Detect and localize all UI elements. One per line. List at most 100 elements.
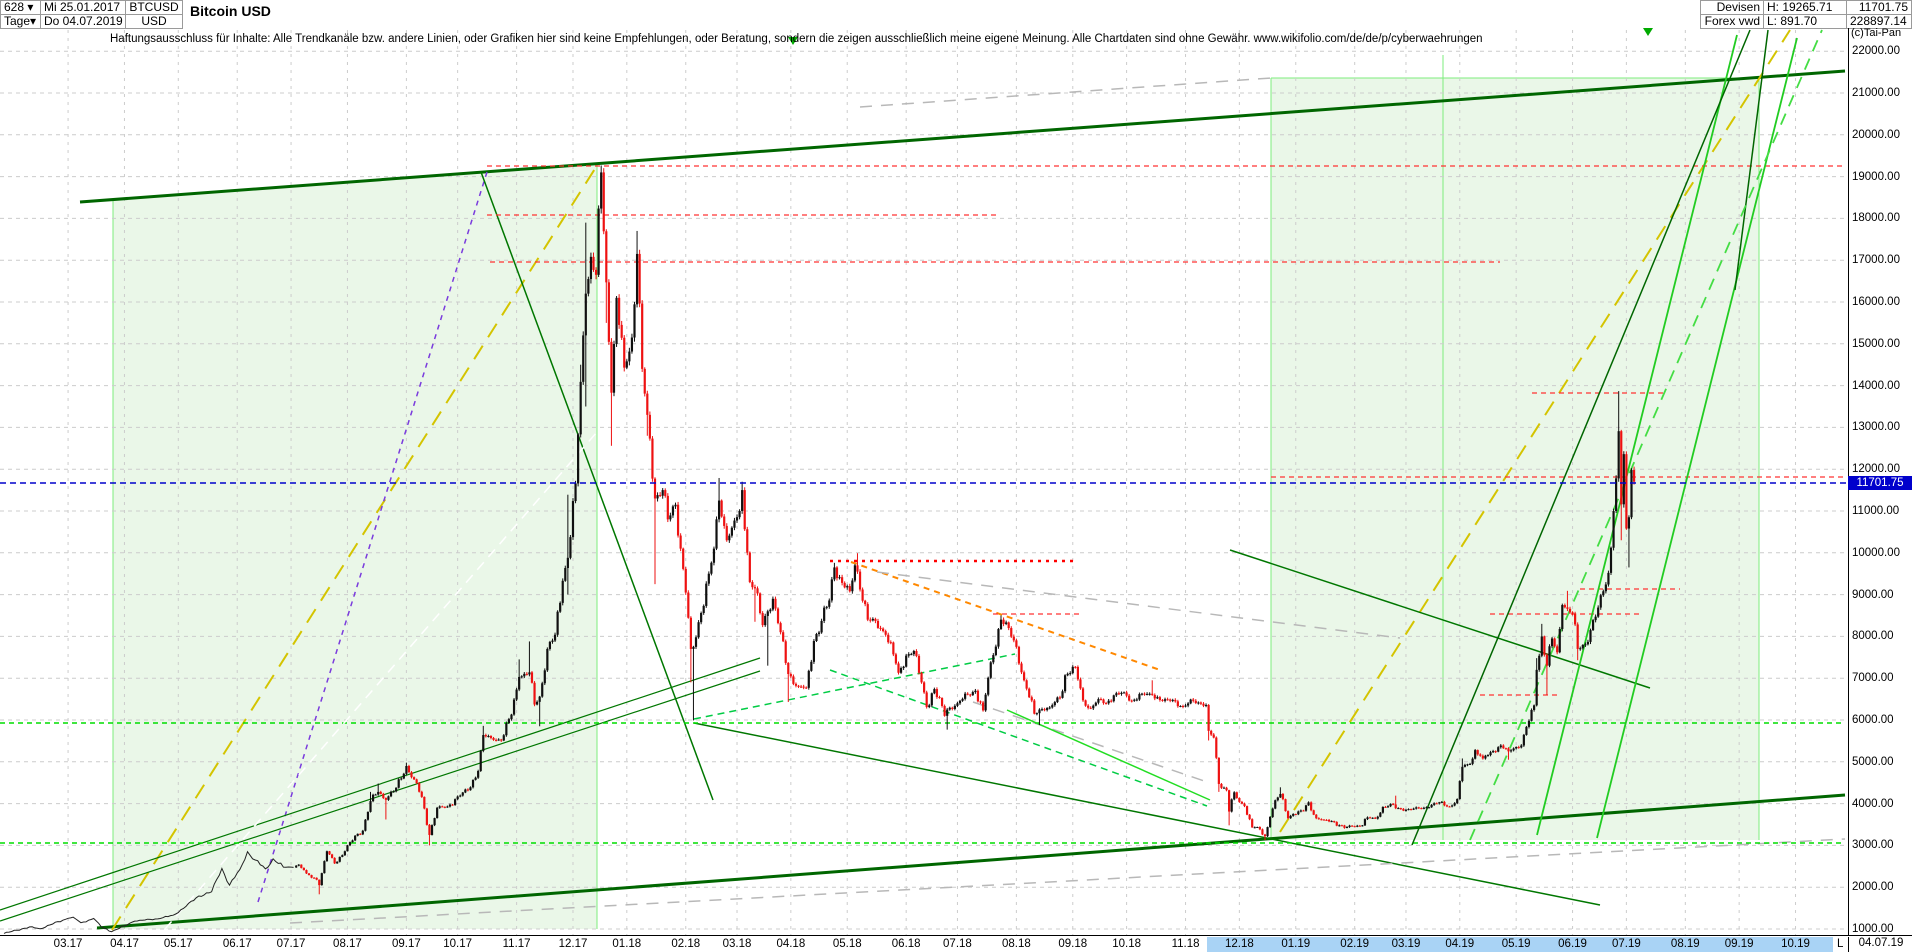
candle-body — [725, 525, 728, 541]
candle-body — [612, 343, 616, 393]
candle-body — [1058, 697, 1062, 699]
candle-body — [1566, 607, 1569, 609]
chart-canvas[interactable] — [0, 0, 1912, 952]
candle-body — [1502, 745, 1505, 749]
month-tick-label: 06.17 — [222, 938, 252, 950]
candle-body — [297, 864, 300, 866]
candle-body — [518, 676, 521, 690]
candle-body — [505, 723, 508, 736]
month-tick-label: 02.19 — [1340, 938, 1370, 950]
candle-body — [1438, 802, 1441, 804]
candle-body — [448, 804, 452, 807]
candle-body — [1466, 764, 1469, 766]
candle-body — [758, 593, 762, 614]
candle-body — [1338, 825, 1341, 827]
candle-body — [1289, 815, 1292, 819]
candle-body — [628, 351, 631, 362]
candle-body — [1625, 454, 1628, 529]
candle-body — [507, 719, 511, 724]
candle-body — [1245, 806, 1249, 815]
candle-body — [520, 676, 523, 678]
candle-body — [797, 685, 800, 687]
month-tick-label: 06.19 — [1558, 938, 1587, 950]
candle-body — [710, 562, 713, 574]
candle-body — [769, 609, 772, 612]
candle-body — [295, 865, 298, 868]
candle-body — [446, 806, 449, 808]
candle-body — [1617, 431, 1620, 479]
candle-body — [1389, 803, 1392, 807]
candle-body — [484, 735, 487, 737]
candle-body — [1133, 699, 1136, 701]
candle-body — [635, 253, 639, 305]
candle-body — [694, 637, 698, 647]
candle-body — [1143, 693, 1146, 695]
candle-body — [1558, 629, 1561, 653]
candle-body — [774, 598, 777, 609]
candle-body — [587, 279, 590, 294]
candle-body — [1356, 825, 1359, 827]
candle-body — [1235, 792, 1238, 798]
candle-body — [1102, 699, 1105, 704]
candle-body — [1579, 648, 1582, 650]
date-axis[interactable]: L 04.07.19 03.17 04.17 05.17 06.17 07.17 08.1… — [0, 935, 1912, 952]
candle-body — [1038, 709, 1041, 714]
candle-body — [315, 877, 318, 880]
month-tick-label: 08.18 — [1001, 938, 1031, 950]
candle-body — [815, 634, 818, 641]
candle-body — [1002, 619, 1005, 624]
candle-body — [856, 565, 859, 572]
candle-body — [1081, 688, 1085, 701]
candle-body — [794, 683, 798, 686]
candle-body — [1292, 814, 1295, 816]
candle-body — [1261, 829, 1264, 835]
candle-body — [453, 799, 457, 805]
month-tick-label: 01.19 — [1281, 938, 1311, 950]
candle-body — [1189, 699, 1192, 704]
candle-body — [1545, 654, 1549, 666]
candle-body — [887, 634, 890, 643]
candle-body — [1253, 827, 1256, 829]
candle-body — [471, 779, 475, 788]
candle-body — [623, 337, 626, 368]
candle-body — [615, 297, 618, 344]
candle-body — [1632, 470, 1636, 482]
candle-body — [1076, 666, 1079, 680]
candle-body — [430, 825, 434, 835]
candle-body — [1163, 699, 1167, 701]
candle-body — [469, 787, 472, 791]
price-tick-label: 9000.00 — [1852, 588, 1894, 601]
candle-body — [1512, 748, 1515, 751]
candle-body — [1486, 755, 1490, 757]
candle-body — [1622, 454, 1625, 505]
candle-body — [1063, 675, 1067, 692]
candle-body — [1543, 636, 1546, 655]
candle-body — [1184, 705, 1187, 707]
candle-body — [1353, 826, 1356, 828]
candle-body — [1548, 646, 1551, 666]
candle-body — [1517, 747, 1520, 749]
candle-body — [1317, 818, 1320, 820]
candle-body — [938, 697, 941, 699]
candle-body — [838, 577, 841, 579]
candle-body — [594, 269, 598, 275]
candle-body — [559, 602, 562, 612]
candle-body — [382, 793, 385, 798]
candle-body — [1433, 803, 1436, 805]
candle-body — [328, 851, 331, 855]
candle-body — [974, 690, 977, 693]
month-tick-label: 04.17 — [110, 938, 139, 950]
candle-body — [1507, 748, 1510, 752]
candle-body — [489, 736, 493, 738]
candle-body — [1207, 704, 1210, 731]
candle-body — [1256, 827, 1259, 829]
candle-body — [602, 172, 605, 232]
candle-body — [1463, 764, 1467, 767]
candle-body — [354, 835, 357, 841]
candle-body — [730, 527, 733, 536]
month-tick-label: 09.18 — [1058, 938, 1088, 950]
candle-body — [1602, 591, 1605, 596]
candle-body — [1435, 803, 1438, 805]
candle-body — [553, 634, 557, 641]
candle-body — [1597, 607, 1600, 617]
